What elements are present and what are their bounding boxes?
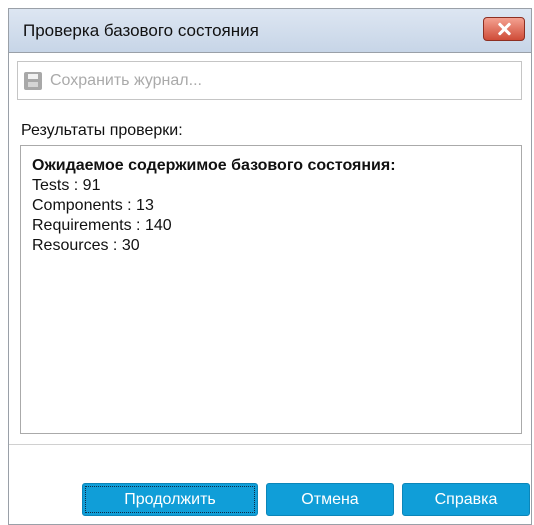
save-log-label: Сохранить журнал... <box>50 71 202 89</box>
continue-button[interactable]: Продолжить <box>82 483 258 516</box>
help-button[interactable]: Справка <box>402 483 530 516</box>
results-text-box: Ожидаемое содержимое базового состояния:… <box>20 145 522 434</box>
baseline-check-dialog: Проверка базового состояния Сохранить жу… <box>8 8 532 525</box>
footer-divider <box>9 444 531 445</box>
results-heading: Ожидаемое содержимое базового состояния: <box>32 157 396 174</box>
results-content: Ожидаемое содержимое базового состояния:… <box>32 156 396 256</box>
close-button[interactable] <box>483 17 525 41</box>
save-log-button[interactable]: Сохранить журнал... <box>24 68 202 93</box>
results-section-label: Результаты проверки: <box>21 122 183 139</box>
result-row-tests: Tests : 91 <box>32 177 101 194</box>
toolbar: Сохранить журнал... <box>17 61 522 100</box>
window-title: Проверка базового состояния <box>23 21 259 40</box>
save-icon <box>24 71 42 90</box>
dialog-buttons: Продолжить Отмена Справка <box>82 483 530 516</box>
close-icon <box>497 22 511 36</box>
result-row-resources: Resources : 30 <box>32 237 140 254</box>
title-bar: Проверка базового состояния <box>9 9 531 53</box>
result-row-requirements: Requirements : 140 <box>32 217 172 234</box>
result-row-components: Components : 13 <box>32 197 154 214</box>
cancel-button[interactable]: Отмена <box>266 483 394 516</box>
